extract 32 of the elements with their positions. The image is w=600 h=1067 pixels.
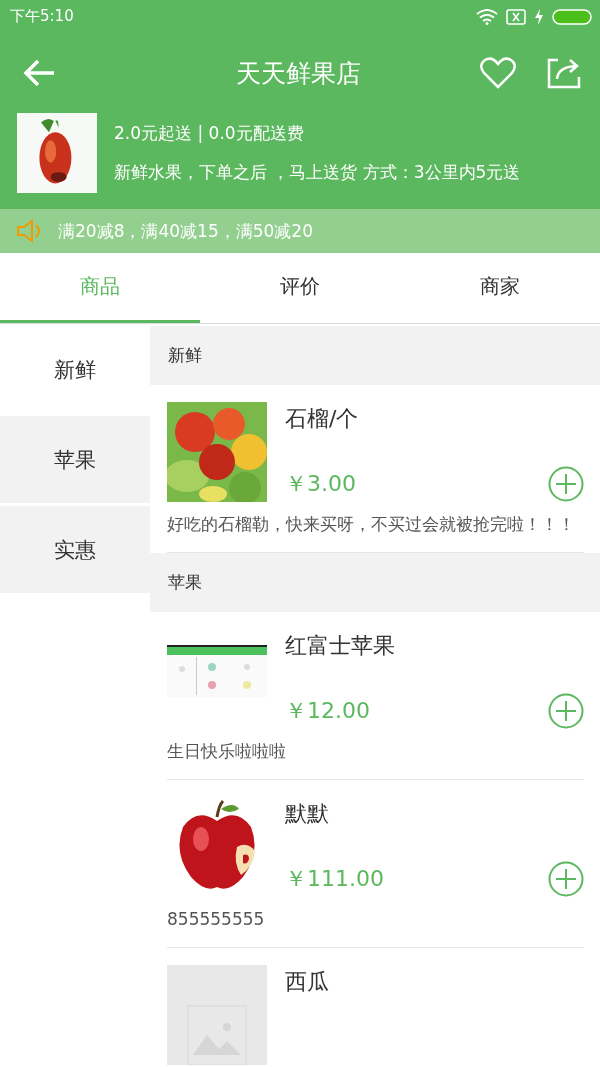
category-item[interactable]: 苹果 [0, 416, 150, 503]
add-icon[interactable] [548, 693, 584, 729]
sim-icon [506, 8, 526, 25]
store-title: 天天鲜果店 [234, 57, 362, 90]
heart-icon[interactable] [480, 57, 516, 89]
charging-icon [534, 8, 544, 25]
product-description: 855555555 [167, 908, 266, 931]
product-price: ￥12.00 [285, 697, 370, 725]
product-name: 石榴/个 [285, 405, 360, 433]
share-icon[interactable] [546, 57, 582, 89]
delivery-info: 2.0元起送 | 0.0元配送费 [114, 122, 305, 145]
tab[interactable]: 商家 [400, 253, 600, 323]
promotion-text: 满20减8，满40减15，满50减20 [58, 219, 313, 243]
wifi-icon [476, 8, 498, 25]
product-name: 默默 [285, 800, 330, 828]
status-time: 下午5:10 [10, 7, 74, 26]
section-header: 新鲜 [150, 326, 600, 385]
add-icon[interactable] [548, 466, 584, 502]
product-name: 西瓜 [285, 968, 330, 996]
shop-description: 新鲜水果，下单之后 ，马上送货 方式：3公里内5元送 [114, 161, 521, 184]
product-description: 好吃的石榴勒，快来买呀，不买过会就被抢完啦！！！ [167, 513, 576, 536]
add-icon[interactable] [548, 861, 584, 897]
tab[interactable]: 评价 [200, 253, 400, 323]
section-header: 苹果 [150, 553, 600, 612]
back-icon[interactable] [22, 58, 56, 88]
product-name: 红富士苹果 [285, 632, 396, 660]
category-item[interactable]: 实惠 [0, 506, 150, 593]
battery-icon [552, 8, 592, 25]
product-price: ￥3.00 [285, 470, 356, 498]
product-price: ￥111.00 [285, 865, 384, 893]
product-description: 生日快乐啦啦啦 [167, 740, 287, 763]
image-placeholder-icon [167, 965, 267, 1065]
